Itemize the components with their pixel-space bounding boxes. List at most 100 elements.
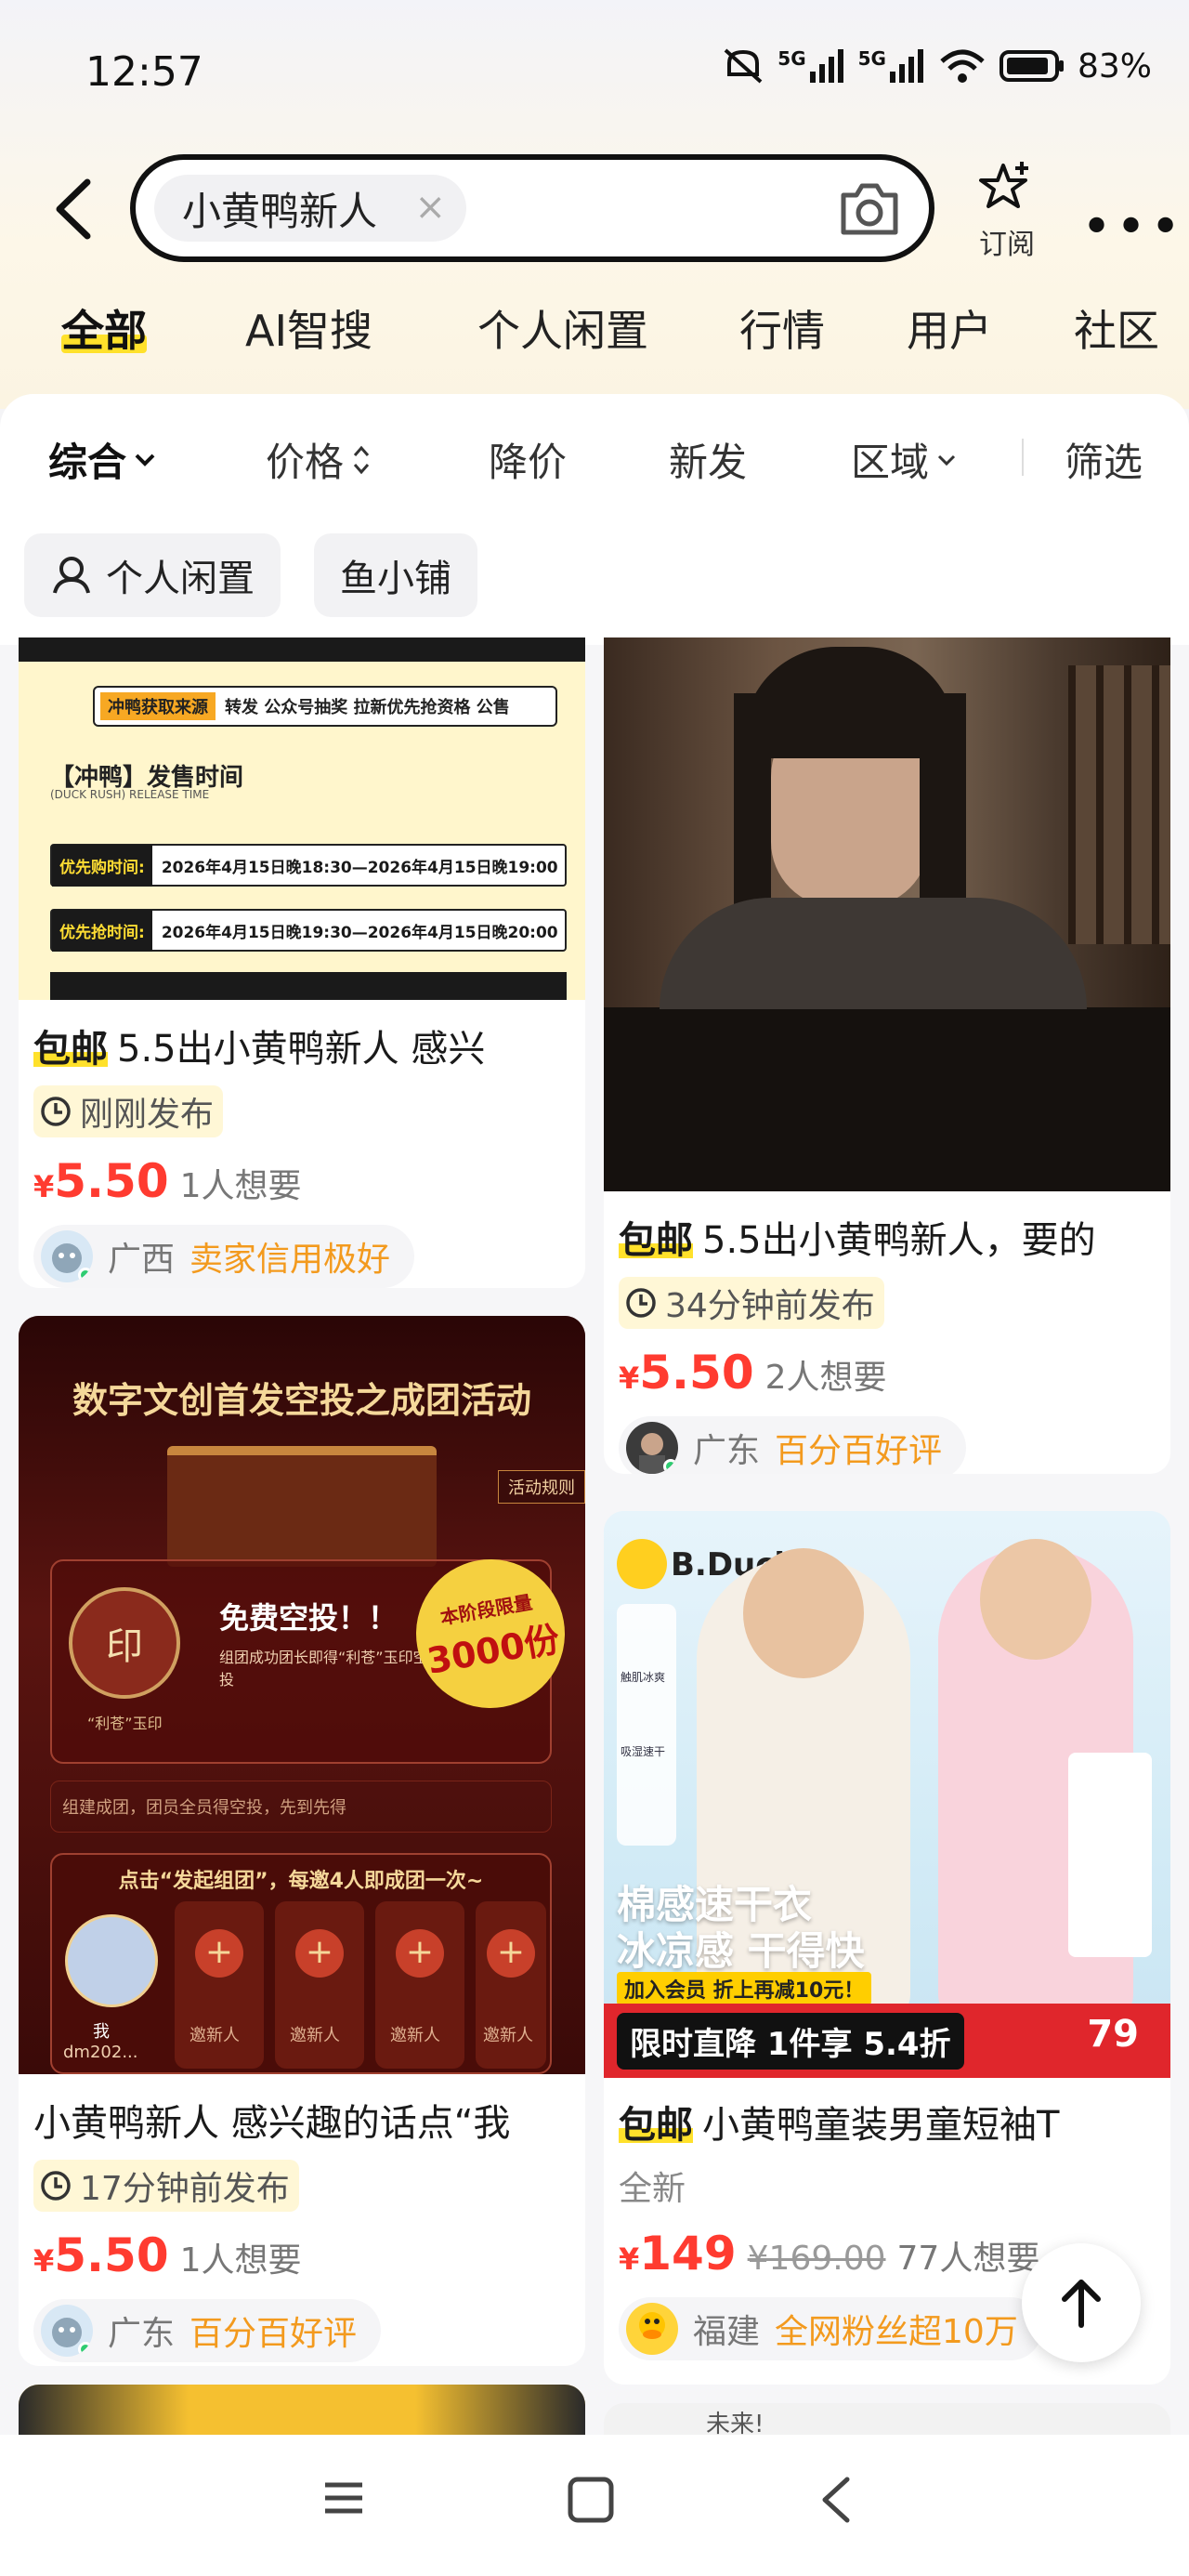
filter-overall[interactable]: 综合 [48,431,156,488]
want-count: 1人想要 [179,1167,302,1205]
wifi-icon [940,49,985,83]
free-shipping-badge: 包邮 [33,1028,108,1071]
seller-info[interactable]: 广东 百分百好评 [33,2299,382,2362]
battery-icon [999,50,1064,82]
free-shipping-badge: 包邮 [619,2104,693,2147]
product-condition: 全新 [619,2170,686,2208]
person-icon [53,557,90,594]
status-time: 12:57 [85,48,203,96]
product-card-partial[interactable]: 未来! [604,2403,1170,2435]
seller-region: 广东 [693,1432,761,1470]
chip-fish-shop[interactable]: 鱼小铺 [314,533,477,617]
quick-chip-row: 个人闲置 鱼小铺 [0,515,1189,645]
chevron-left-icon [822,2477,850,2523]
camera-icon[interactable] [838,178,901,238]
mute-icon [724,48,763,84]
filter-price-drop[interactable]: 降价 [489,431,567,488]
product-image: 冲鸭获取来源 转发 公众号抽奖 拉新优先抢资格 公售 【冲鸭】发售时间 (DUC… [19,637,585,1000]
back-button[interactable] [48,177,104,242]
tab-community[interactable]: 社区 [1074,297,1159,359]
price-row: ¥5.50 2人想要 [619,1346,1156,1400]
publish-time: 34分钟前发布 [619,1277,1156,1329]
want-count: 2人想要 [764,1359,887,1397]
clear-query-icon[interactable]: × [414,186,446,229]
filter-region[interactable]: 区域 [851,431,957,488]
publish-time: 刚刚发布 [33,1085,570,1137]
product-image: 数字文创首发空投之成团活动 活动规则 印 “利苍”玉印 免费空投！！ 组团成功团… [19,1316,585,2074]
subscribe-button[interactable]: 订阅 [972,160,1042,262]
seller-credit-tag: 百分百好评 [189,2315,358,2353]
seller-fans-tag: 全网粉丝超10万 [775,2313,1018,2351]
avatar [41,1230,93,1282]
recent-apps-button[interactable] [321,2476,366,2524]
seller-info[interactable]: 福建 全网粉丝超10万 [619,2297,1042,2360]
tab-personal-idle[interactable]: 个人闲置 [477,297,648,359]
clock-icon [41,2171,71,2201]
chevron-down-icon [937,454,956,466]
tab-users[interactable]: 用户 [907,297,992,359]
menu-icon [325,2482,362,2514]
back-to-top-button[interactable] [1022,2243,1141,2362]
search-input[interactable]: 小黄鸭新人 × [130,154,934,262]
product-image [19,2385,585,2435]
product-price: ¥5.50 [619,1346,754,1400]
price-row: ¥5.50 1人想要 [33,1154,570,1208]
chip-personal-idle[interactable]: 个人闲置 [24,533,281,617]
category-tabs: 全部 AI智搜 个人闲置 行情 用户 社区 [0,297,1189,372]
system-back-button[interactable] [817,2476,855,2528]
home-button[interactable] [567,2476,615,2528]
search-query-text: 小黄鸭新人 [182,188,378,234]
want-count: 1人想要 [179,2241,302,2280]
price-row: ¥5.50 1人想要 [33,2228,570,2282]
product-card[interactable]: 数字文创首发空投之成团活动 活动规则 印 “利苍”玉印 免费空投！！ 组团成功团… [19,1316,585,2366]
product-price: ¥149 [619,2227,737,2280]
arrow-up-icon [1062,2280,1101,2328]
filter-new[interactable]: 新发 [669,431,747,488]
avatar [626,2303,678,2355]
clock-icon [626,1288,656,1318]
product-price: ¥5.50 [33,2228,169,2282]
filter-bar: 综合 价格 降价 新发 区域 筛选 [0,394,1189,515]
network-5g-icon: 5G [777,47,844,83]
seller-info[interactable]: 广东 百分百好评 [619,1416,967,1474]
product-title: 小黄鸭新人 感兴趣的话点“我 [33,2102,511,2145]
product-card[interactable]: 包邮 5.5出小黄鸭新人，要的 34分钟前发布 ¥5.50 2人想要 广东 百分… [604,637,1170,1474]
product-card-partial[interactable] [19,2385,585,2435]
publish-time: 17分钟前发布 [33,2160,570,2212]
seller-region: 广西 [108,1241,176,1279]
filter-price[interactable]: 价格 [266,431,372,488]
product-title: 包邮 5.5出小黄鸭新人，要的 [619,1219,1096,1262]
filter-screen[interactable]: 筛选 [1065,431,1143,488]
system-nav-bar [0,2435,1189,2576]
free-shipping-badge: 包邮 [619,1219,693,1262]
network-5g-icon-2: 5G [858,47,925,83]
tab-all[interactable]: 全部 [61,297,147,359]
filter-divider [1022,439,1024,476]
avatar [41,2305,93,2357]
seller-info[interactable]: 广西 卖家信用极好 [33,1225,415,1288]
search-query-chip[interactable]: 小黄鸭新人 × [154,175,466,242]
seller-credit-tag: 卖家信用极好 [189,1241,391,1279]
chevron-down-icon [135,453,155,467]
sort-icon [353,445,370,474]
avatar [626,1422,678,1474]
more-options-button[interactable]: ••• [1081,197,1184,257]
chevron-left-icon [56,178,91,240]
tab-market[interactable]: 行情 [739,297,825,359]
status-icons: 5G 5G 83% [722,46,1152,85]
product-image [604,637,1170,1191]
home-square-icon [568,2477,614,2523]
subscribe-label: 订阅 [979,229,1035,261]
product-price: ¥5.50 [33,1154,169,1208]
seller-region: 广东 [108,2315,176,2353]
product-title: 包邮 小黄鸭童装男童短袖T [619,2104,1060,2147]
product-title: 包邮 5.5出小黄鸭新人 感兴 [33,1028,486,1071]
seller-credit-tag: 百分百好评 [775,1432,943,1470]
original-price: ¥169.00 [747,2240,886,2278]
status-bar: 12:57 5G 5G 83% [0,0,1189,149]
star-plus-icon [979,162,1028,208]
product-image: B.Duck 触肌冰爽 吸湿速干 棉感速干衣 冰凉感 干得快 加入会员 折上再减… [604,1511,1170,2078]
tab-ai-search[interactable]: AI智搜 [245,297,372,359]
product-card[interactable]: 冲鸭获取来源 转发 公众号抽奖 拉新优先抢资格 公售 【冲鸭】发售时间 (DUC… [19,637,585,1288]
want-count: 77人想要 [896,2240,1040,2278]
